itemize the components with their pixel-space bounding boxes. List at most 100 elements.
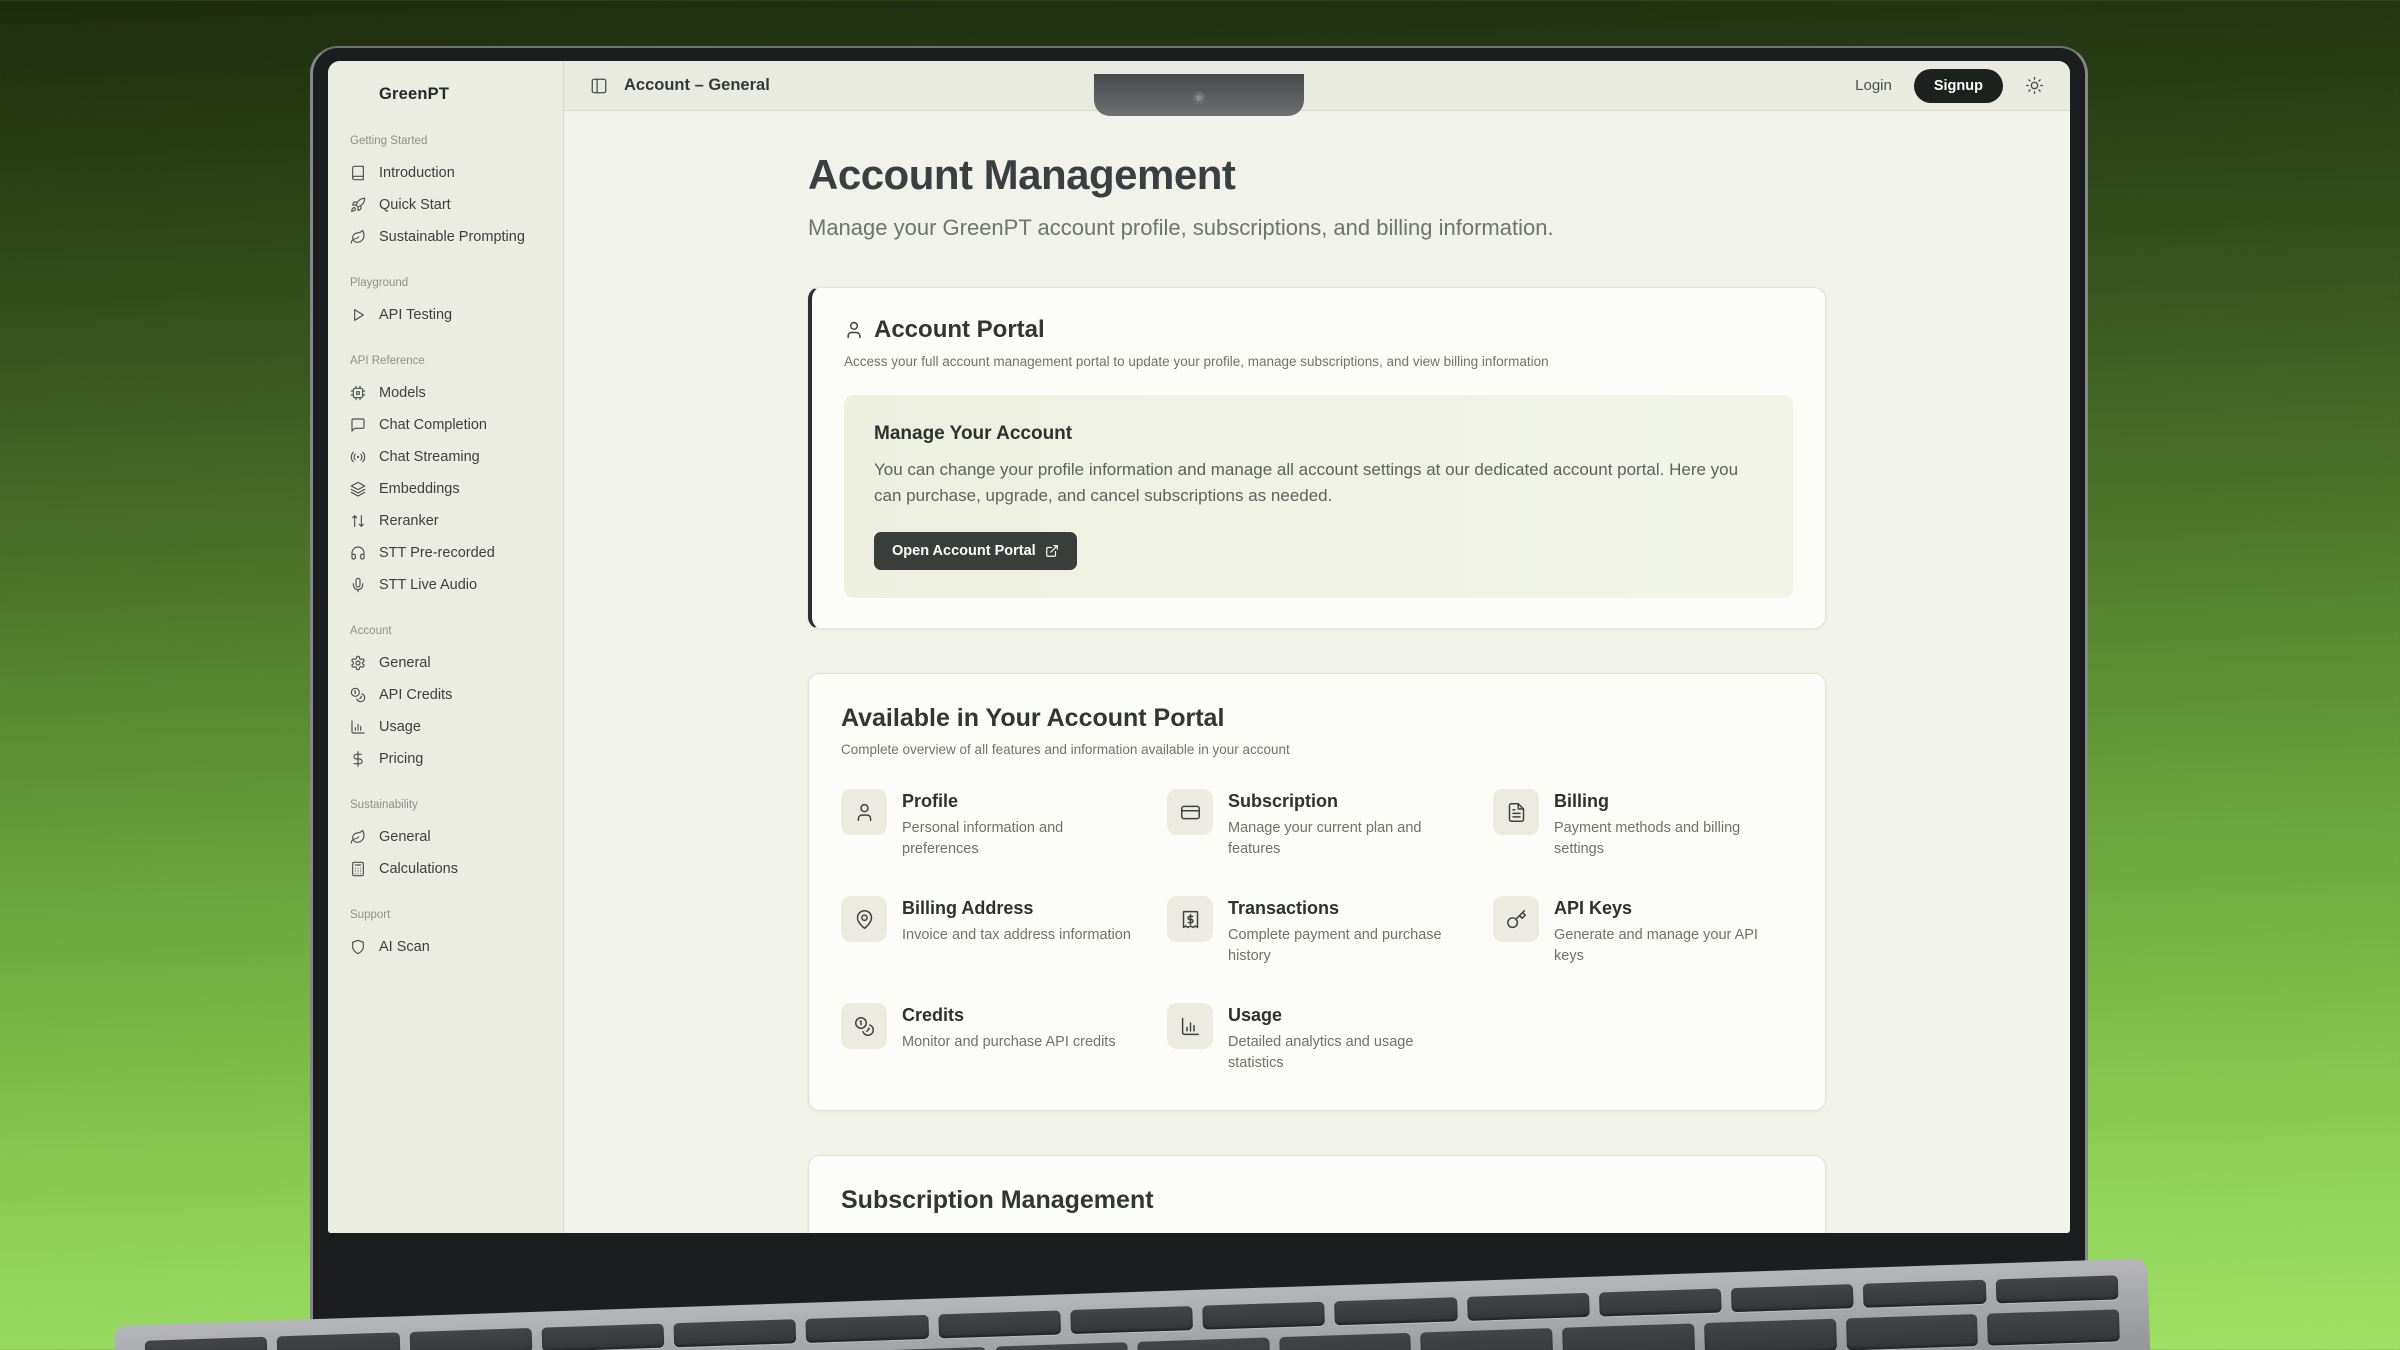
main-area: Account – General Login Signup Account M… xyxy=(564,61,2070,1233)
sidebar-item-sustainability-general[interactable]: General xyxy=(344,821,547,853)
sidebar-item-calculations[interactable]: Calculations xyxy=(344,853,547,885)
dollar-icon xyxy=(350,751,366,767)
sun-theme-icon[interactable] xyxy=(2025,76,2044,95)
sidebar-item-label: STT Pre-recorded xyxy=(379,545,495,561)
book-icon xyxy=(350,165,366,181)
account-portal-card: Account Portal Access your full account … xyxy=(808,287,1826,629)
feature-title: Credits xyxy=(902,1005,1116,1026)
coins-icon xyxy=(841,1003,887,1049)
layers-icon xyxy=(350,481,366,497)
sidebar-item-label: Chat Completion xyxy=(379,417,487,433)
feature-transactions[interactable]: Transactions Complete payment and purcha… xyxy=(1167,896,1467,967)
sidebar-section-label: Getting Started xyxy=(350,135,541,147)
signup-button[interactable]: Signup xyxy=(1914,69,2003,103)
sidebar-section-support: Support AI Scan xyxy=(344,909,547,963)
manage-account-panel: Manage Your Account You can change your … xyxy=(844,395,1793,598)
feature-description: Detailed analytics and usage statistics xyxy=(1228,1032,1463,1074)
user-icon xyxy=(841,789,887,835)
laptop-notch xyxy=(1094,74,1304,116)
sidebar-section-getting-started: Getting Started Introduction Quick Start… xyxy=(344,135,547,253)
broadcast-icon xyxy=(350,449,366,465)
feature-api-keys[interactable]: API Keys Generate and manage your API ke… xyxy=(1493,896,1793,967)
feature-billing-address[interactable]: Billing Address Invoice and tax address … xyxy=(841,896,1141,967)
feature-billing[interactable]: Billing Payment methods and billing sett… xyxy=(1493,789,1793,860)
sort-arrows-icon xyxy=(350,513,366,529)
receipt-icon xyxy=(1167,896,1213,942)
features-card-title: Available in Your Account Portal xyxy=(841,704,1793,733)
sidebar-item-label: API Credits xyxy=(379,687,452,703)
features-grid: Profile Personal information and prefere… xyxy=(841,789,1793,1074)
feature-title: API Keys xyxy=(1554,898,1789,919)
sidebar-item-label: AI Scan xyxy=(379,939,430,955)
sidebar-item-usage[interactable]: Usage xyxy=(344,711,547,743)
sidebar-item-label: API Testing xyxy=(379,307,452,323)
sidebar-item-label: Reranker xyxy=(379,513,439,529)
sidebar-section-sustainability: Sustainability General Calculations xyxy=(344,799,547,885)
laptop-screen: GreenPT Getting Started Introduction Qui… xyxy=(328,61,2070,1233)
feature-title: Billing Address xyxy=(902,898,1131,919)
sidebar-item-chat-streaming[interactable]: Chat Streaming xyxy=(344,441,547,473)
external-link-icon xyxy=(1045,544,1059,558)
available-features-card: Available in Your Account Portal Complet… xyxy=(808,673,1826,1111)
sidebar-item-pricing[interactable]: Pricing xyxy=(344,743,547,775)
feature-title: Billing xyxy=(1554,791,1789,812)
rocket-icon xyxy=(350,197,366,213)
sidebar-item-stt-live-audio[interactable]: STT Live Audio xyxy=(344,569,547,601)
sidebar-item-label: Pricing xyxy=(379,751,423,767)
open-account-portal-button[interactable]: Open Account Portal xyxy=(874,532,1077,570)
open-account-portal-label: Open Account Portal xyxy=(892,543,1036,559)
headphones-icon xyxy=(350,545,366,561)
sidebar-toggle-icon[interactable] xyxy=(590,77,608,95)
shield-icon xyxy=(350,939,366,955)
sidebar-item-label: Sustainable Prompting xyxy=(379,229,525,245)
feature-profile[interactable]: Profile Personal information and prefere… xyxy=(841,789,1141,860)
sidebar-item-label: General xyxy=(379,829,431,845)
key-icon xyxy=(1493,896,1539,942)
sidebar-item-sustainable-prompting[interactable]: Sustainable Prompting xyxy=(344,221,547,253)
subscription-management-card: Subscription Management xyxy=(808,1155,1826,1233)
sidebar-section-account: Account General API Credits Usage xyxy=(344,625,547,775)
sidebar-item-label: Calculations xyxy=(379,861,458,877)
sidebar-section-label: Account xyxy=(350,625,541,637)
greenpt-logo-icon xyxy=(348,83,370,105)
sidebar-item-ai-scan[interactable]: AI Scan xyxy=(344,931,547,963)
sidebar-section-label: Sustainability xyxy=(350,799,541,811)
sidebar: GreenPT Getting Started Introduction Qui… xyxy=(328,61,564,1233)
account-portal-title: Account Portal xyxy=(874,316,1045,344)
calculator-icon xyxy=(350,861,366,877)
login-link[interactable]: Login xyxy=(1855,77,1892,94)
cpu-icon xyxy=(350,385,366,401)
topbar: Account – General Login Signup xyxy=(564,61,2070,111)
feature-credits[interactable]: Credits Monitor and purchase API credits xyxy=(841,1003,1141,1074)
feature-description: Complete payment and purchase history xyxy=(1228,925,1463,967)
sidebar-section-label: API Reference xyxy=(350,355,541,367)
coins-icon xyxy=(350,687,366,703)
sidebar-item-api-credits[interactable]: API Credits xyxy=(344,679,547,711)
feature-title: Transactions xyxy=(1228,898,1463,919)
microphone-icon xyxy=(350,577,366,593)
sidebar-item-api-testing[interactable]: API Testing xyxy=(344,299,547,331)
sidebar-item-account-general[interactable]: General xyxy=(344,647,547,679)
sidebar-section-playground: Playground API Testing xyxy=(344,277,547,331)
page-subtitle: Manage your GreenPT account profile, sub… xyxy=(808,215,1826,241)
feature-subscription[interactable]: Subscription Manage your current plan an… xyxy=(1167,789,1467,860)
brand-logo[interactable]: GreenPT xyxy=(344,81,547,111)
sidebar-item-embeddings[interactable]: Embeddings xyxy=(344,473,547,505)
sidebar-item-stt-pre-recorded[interactable]: STT Pre-recorded xyxy=(344,537,547,569)
feature-description: Monitor and purchase API credits xyxy=(902,1032,1116,1053)
user-icon xyxy=(844,320,864,340)
feature-title: Profile xyxy=(902,791,1137,812)
webcam-icon xyxy=(1193,92,1205,104)
play-icon xyxy=(350,307,366,323)
sidebar-item-models[interactable]: Models xyxy=(344,377,547,409)
feature-usage[interactable]: Usage Detailed analytics and usage stati… xyxy=(1167,1003,1467,1074)
sidebar-item-introduction[interactable]: Introduction xyxy=(344,157,547,189)
sidebar-item-reranker[interactable]: Reranker xyxy=(344,505,547,537)
sidebar-item-label: Embeddings xyxy=(379,481,460,497)
sidebar-item-quick-start[interactable]: Quick Start xyxy=(344,189,547,221)
leaf-icon xyxy=(350,229,366,245)
map-pin-icon xyxy=(841,896,887,942)
sidebar-item-chat-completion[interactable]: Chat Completion xyxy=(344,409,547,441)
manage-account-body: You can change your profile information … xyxy=(874,457,1763,508)
content-scroll-area[interactable]: Account Management Manage your GreenPT a… xyxy=(564,111,2070,1233)
